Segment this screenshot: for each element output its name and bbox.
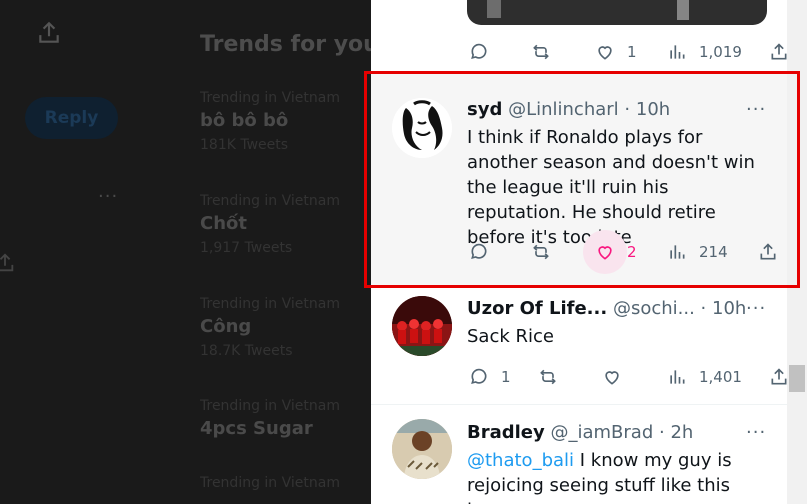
trend-item[interactable]: Trending in Vietnam bô bô bô 181K Tweets xyxy=(200,90,340,153)
more-icon[interactable]: ··· xyxy=(746,298,766,319)
reply-icon xyxy=(471,43,487,59)
upload-icon[interactable] xyxy=(0,252,16,274)
retweet-icon xyxy=(540,369,556,385)
trend-context: Trending in Vietnam xyxy=(200,193,340,209)
trend-count: 181K Tweets xyxy=(200,137,289,153)
separator: · xyxy=(700,298,707,319)
reply-button[interactable] xyxy=(469,42,489,62)
display-name[interactable]: Uzor Of Life... xyxy=(467,298,607,319)
trend-item[interactable]: Trending in Vietnam xyxy=(200,475,340,491)
trend-context: Trending in Vietnam xyxy=(200,398,340,414)
avatar[interactable] xyxy=(392,419,452,479)
tweet-media[interactable] xyxy=(467,0,767,25)
trend-name: Công xyxy=(200,316,252,337)
share-button[interactable] xyxy=(769,42,789,62)
trend-context: Trending in Vietnam xyxy=(200,296,340,312)
display-name[interactable]: Bradley xyxy=(467,422,545,443)
share-icon xyxy=(771,368,787,385)
retweet-button[interactable] xyxy=(531,42,551,62)
trend-item[interactable]: Trending in Vietnam Công 18.7K Tweets xyxy=(200,296,340,359)
trend-context: Trending in Vietnam xyxy=(200,90,340,106)
reply-icon xyxy=(471,368,487,384)
views-icon xyxy=(670,370,685,384)
like-count: 1 xyxy=(627,43,637,61)
separator: · xyxy=(659,422,665,443)
share-icon xyxy=(771,43,787,60)
share-button[interactable] xyxy=(769,367,789,387)
trend-item[interactable]: Trending in Vietnam 4pcs Sugar xyxy=(200,398,340,439)
views-count: 1,019 xyxy=(699,43,742,61)
like-button[interactable] xyxy=(602,367,622,387)
reply-button[interactable]: 1 xyxy=(469,367,511,387)
upload-icon[interactable] xyxy=(36,20,62,46)
reply-count: 1 xyxy=(501,368,511,386)
trend-count: 18.7K Tweets xyxy=(200,343,293,359)
like-button[interactable]: 1 xyxy=(595,42,637,62)
retweet-button[interactable] xyxy=(538,367,558,387)
reply-tweet[interactable]: Bradley @_iamBrad · 2h ··· @thato_bali I… xyxy=(371,405,787,504)
tweet-text: @thato_bali I know my guy is rejoicing s… xyxy=(467,448,772,504)
more-icon[interactable]: ··· xyxy=(98,186,118,207)
scrollbar-thumb[interactable] xyxy=(789,365,805,392)
timestamp[interactable]: 2h xyxy=(670,422,693,443)
reply-button[interactable]: Reply xyxy=(25,97,118,139)
handle[interactable]: @_iamBrad xyxy=(550,422,653,443)
trend-item[interactable]: Trending in Vietnam Chốt 1,917 Tweets xyxy=(200,193,340,256)
trend-name: bô bô bô xyxy=(200,110,289,131)
trend-name: Chốt xyxy=(200,213,247,234)
views-icon xyxy=(670,45,685,59)
views-count: 1,401 xyxy=(699,368,742,386)
like-icon xyxy=(605,371,619,385)
trend-name: 4pcs Sugar xyxy=(200,418,313,439)
trend-context: Trending in Vietnam xyxy=(200,475,340,491)
background-page: Reply ··· Trends for you Trending in Vie… xyxy=(0,0,371,504)
trends-title: Trends for you xyxy=(200,32,371,57)
highlight-annotation-box xyxy=(364,71,800,288)
views-button[interactable]: 1,401 xyxy=(667,367,742,387)
trend-count: 1,917 Tweets xyxy=(200,240,293,256)
tweet-header: Uzor Of Life... @sochi... · 10h xyxy=(467,298,746,319)
mention-link[interactable]: @thato_bali xyxy=(467,450,574,471)
handle[interactable]: @sochi... xyxy=(613,298,695,319)
avatar[interactable] xyxy=(392,296,452,356)
tweet-header: Bradley @_iamBrad · 2h xyxy=(467,422,693,443)
views-button[interactable]: 1,019 xyxy=(667,42,742,62)
tweet-text: Sack Rice xyxy=(467,326,554,347)
like-icon xyxy=(598,46,612,60)
retweet-icon xyxy=(533,44,549,60)
timestamp[interactable]: 10h xyxy=(712,298,746,319)
more-icon[interactable]: ··· xyxy=(746,422,766,443)
